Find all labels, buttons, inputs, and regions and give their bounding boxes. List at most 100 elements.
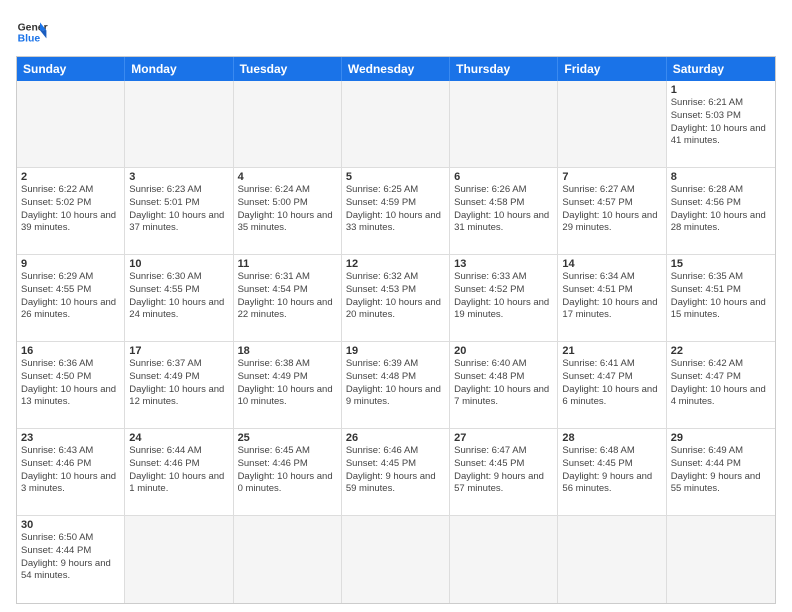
calendar-day: 26Sunrise: 6:46 AM Sunset: 4:45 PM Dayli… [342,429,450,516]
day-number: 1 [671,84,771,96]
day-info: Sunrise: 6:35 AM Sunset: 4:51 PM Dayligh… [671,271,771,322]
empty-cell [125,516,233,603]
day-info: Sunrise: 6:32 AM Sunset: 4:53 PM Dayligh… [346,271,445,322]
calendar-day: 10Sunrise: 6:30 AM Sunset: 4:55 PM Dayli… [125,255,233,342]
calendar-day: 18Sunrise: 6:38 AM Sunset: 4:49 PM Dayli… [234,342,342,429]
calendar-day: 7Sunrise: 6:27 AM Sunset: 4:57 PM Daylig… [558,168,666,255]
day-info: Sunrise: 6:22 AM Sunset: 5:02 PM Dayligh… [21,184,120,235]
day-number: 17 [129,345,228,357]
calendar-day: 13Sunrise: 6:33 AM Sunset: 4:52 PM Dayli… [450,255,558,342]
day-number: 2 [21,171,120,183]
calendar-day: 4Sunrise: 6:24 AM Sunset: 5:00 PM Daylig… [234,168,342,255]
calendar-day: 23Sunrise: 6:43 AM Sunset: 4:46 PM Dayli… [17,429,125,516]
page: General Blue SundayMondayTuesdayWednesda… [0,0,792,612]
header: General Blue [16,16,776,48]
day-info: Sunrise: 6:41 AM Sunset: 4:47 PM Dayligh… [562,358,661,409]
day-info: Sunrise: 6:48 AM Sunset: 4:45 PM Dayligh… [562,445,661,496]
calendar-day: 6Sunrise: 6:26 AM Sunset: 4:58 PM Daylig… [450,168,558,255]
day-number: 29 [671,432,771,444]
empty-cell [234,81,342,168]
calendar-day: 17Sunrise: 6:37 AM Sunset: 4:49 PM Dayli… [125,342,233,429]
svg-text:Blue: Blue [18,34,41,45]
day-info: Sunrise: 6:26 AM Sunset: 4:58 PM Dayligh… [454,184,553,235]
empty-cell [450,516,558,603]
empty-cell [234,516,342,603]
day-info: Sunrise: 6:43 AM Sunset: 4:46 PM Dayligh… [21,445,120,496]
calendar-day: 9Sunrise: 6:29 AM Sunset: 4:55 PM Daylig… [17,255,125,342]
day-number: 4 [238,171,337,183]
day-info: Sunrise: 6:23 AM Sunset: 5:01 PM Dayligh… [129,184,228,235]
empty-cell [125,81,233,168]
day-header: Wednesday [342,57,450,81]
day-info: Sunrise: 6:25 AM Sunset: 4:59 PM Dayligh… [346,184,445,235]
empty-cell [342,81,450,168]
day-number: 5 [346,171,445,183]
day-number: 26 [346,432,445,444]
day-info: Sunrise: 6:47 AM Sunset: 4:45 PM Dayligh… [454,445,553,496]
day-info: Sunrise: 6:37 AM Sunset: 4:49 PM Dayligh… [129,358,228,409]
day-info: Sunrise: 6:46 AM Sunset: 4:45 PM Dayligh… [346,445,445,496]
day-header: Saturday [667,57,775,81]
day-number: 20 [454,345,553,357]
day-headers: SundayMondayTuesdayWednesdayThursdayFrid… [17,57,775,81]
day-info: Sunrise: 6:49 AM Sunset: 4:44 PM Dayligh… [671,445,771,496]
calendar-day: 30Sunrise: 6:50 AM Sunset: 4:44 PM Dayli… [17,516,125,603]
day-header: Sunday [17,57,125,81]
calendar-day: 28Sunrise: 6:48 AM Sunset: 4:45 PM Dayli… [558,429,666,516]
day-info: Sunrise: 6:21 AM Sunset: 5:03 PM Dayligh… [671,97,771,148]
calendar-day: 15Sunrise: 6:35 AM Sunset: 4:51 PM Dayli… [667,255,775,342]
day-info: Sunrise: 6:45 AM Sunset: 4:46 PM Dayligh… [238,445,337,496]
calendar-day: 14Sunrise: 6:34 AM Sunset: 4:51 PM Dayli… [558,255,666,342]
day-number: 23 [21,432,120,444]
calendar-day: 21Sunrise: 6:41 AM Sunset: 4:47 PM Dayli… [558,342,666,429]
calendar-day: 19Sunrise: 6:39 AM Sunset: 4:48 PM Dayli… [342,342,450,429]
day-number: 18 [238,345,337,357]
day-number: 14 [562,258,661,270]
day-number: 3 [129,171,228,183]
day-header: Friday [558,57,666,81]
day-info: Sunrise: 6:40 AM Sunset: 4:48 PM Dayligh… [454,358,553,409]
calendar-day: 2Sunrise: 6:22 AM Sunset: 5:02 PM Daylig… [17,168,125,255]
empty-cell [667,516,775,603]
day-info: Sunrise: 6:33 AM Sunset: 4:52 PM Dayligh… [454,271,553,322]
day-number: 24 [129,432,228,444]
calendar-day: 5Sunrise: 6:25 AM Sunset: 4:59 PM Daylig… [342,168,450,255]
day-number: 28 [562,432,661,444]
day-number: 25 [238,432,337,444]
day-info: Sunrise: 6:36 AM Sunset: 4:50 PM Dayligh… [21,358,120,409]
calendar-day: 22Sunrise: 6:42 AM Sunset: 4:47 PM Dayli… [667,342,775,429]
calendar-day: 29Sunrise: 6:49 AM Sunset: 4:44 PM Dayli… [667,429,775,516]
day-header: Tuesday [234,57,342,81]
day-info: Sunrise: 6:39 AM Sunset: 4:48 PM Dayligh… [346,358,445,409]
day-number: 19 [346,345,445,357]
day-info: Sunrise: 6:24 AM Sunset: 5:00 PM Dayligh… [238,184,337,235]
calendar-day: 16Sunrise: 6:36 AM Sunset: 4:50 PM Dayli… [17,342,125,429]
day-number: 22 [671,345,771,357]
day-number: 16 [21,345,120,357]
day-info: Sunrise: 6:38 AM Sunset: 4:49 PM Dayligh… [238,358,337,409]
day-number: 7 [562,171,661,183]
day-info: Sunrise: 6:44 AM Sunset: 4:46 PM Dayligh… [129,445,228,496]
calendar-day: 3Sunrise: 6:23 AM Sunset: 5:01 PM Daylig… [125,168,233,255]
day-info: Sunrise: 6:29 AM Sunset: 4:55 PM Dayligh… [21,271,120,322]
day-number: 27 [454,432,553,444]
calendar-day: 24Sunrise: 6:44 AM Sunset: 4:46 PM Dayli… [125,429,233,516]
day-header: Monday [125,57,233,81]
calendar-grid: 1Sunrise: 6:21 AM Sunset: 5:03 PM Daylig… [17,81,775,603]
day-info: Sunrise: 6:27 AM Sunset: 4:57 PM Dayligh… [562,184,661,235]
day-number: 15 [671,258,771,270]
empty-cell [17,81,125,168]
day-number: 10 [129,258,228,270]
day-info: Sunrise: 6:28 AM Sunset: 4:56 PM Dayligh… [671,184,771,235]
logo: General Blue [16,16,48,48]
day-number: 6 [454,171,553,183]
calendar-day: 8Sunrise: 6:28 AM Sunset: 4:56 PM Daylig… [667,168,775,255]
calendar-day: 12Sunrise: 6:32 AM Sunset: 4:53 PM Dayli… [342,255,450,342]
empty-cell [558,81,666,168]
day-number: 30 [21,519,120,531]
day-number: 12 [346,258,445,270]
day-number: 13 [454,258,553,270]
empty-cell [342,516,450,603]
day-number: 9 [21,258,120,270]
day-number: 21 [562,345,661,357]
